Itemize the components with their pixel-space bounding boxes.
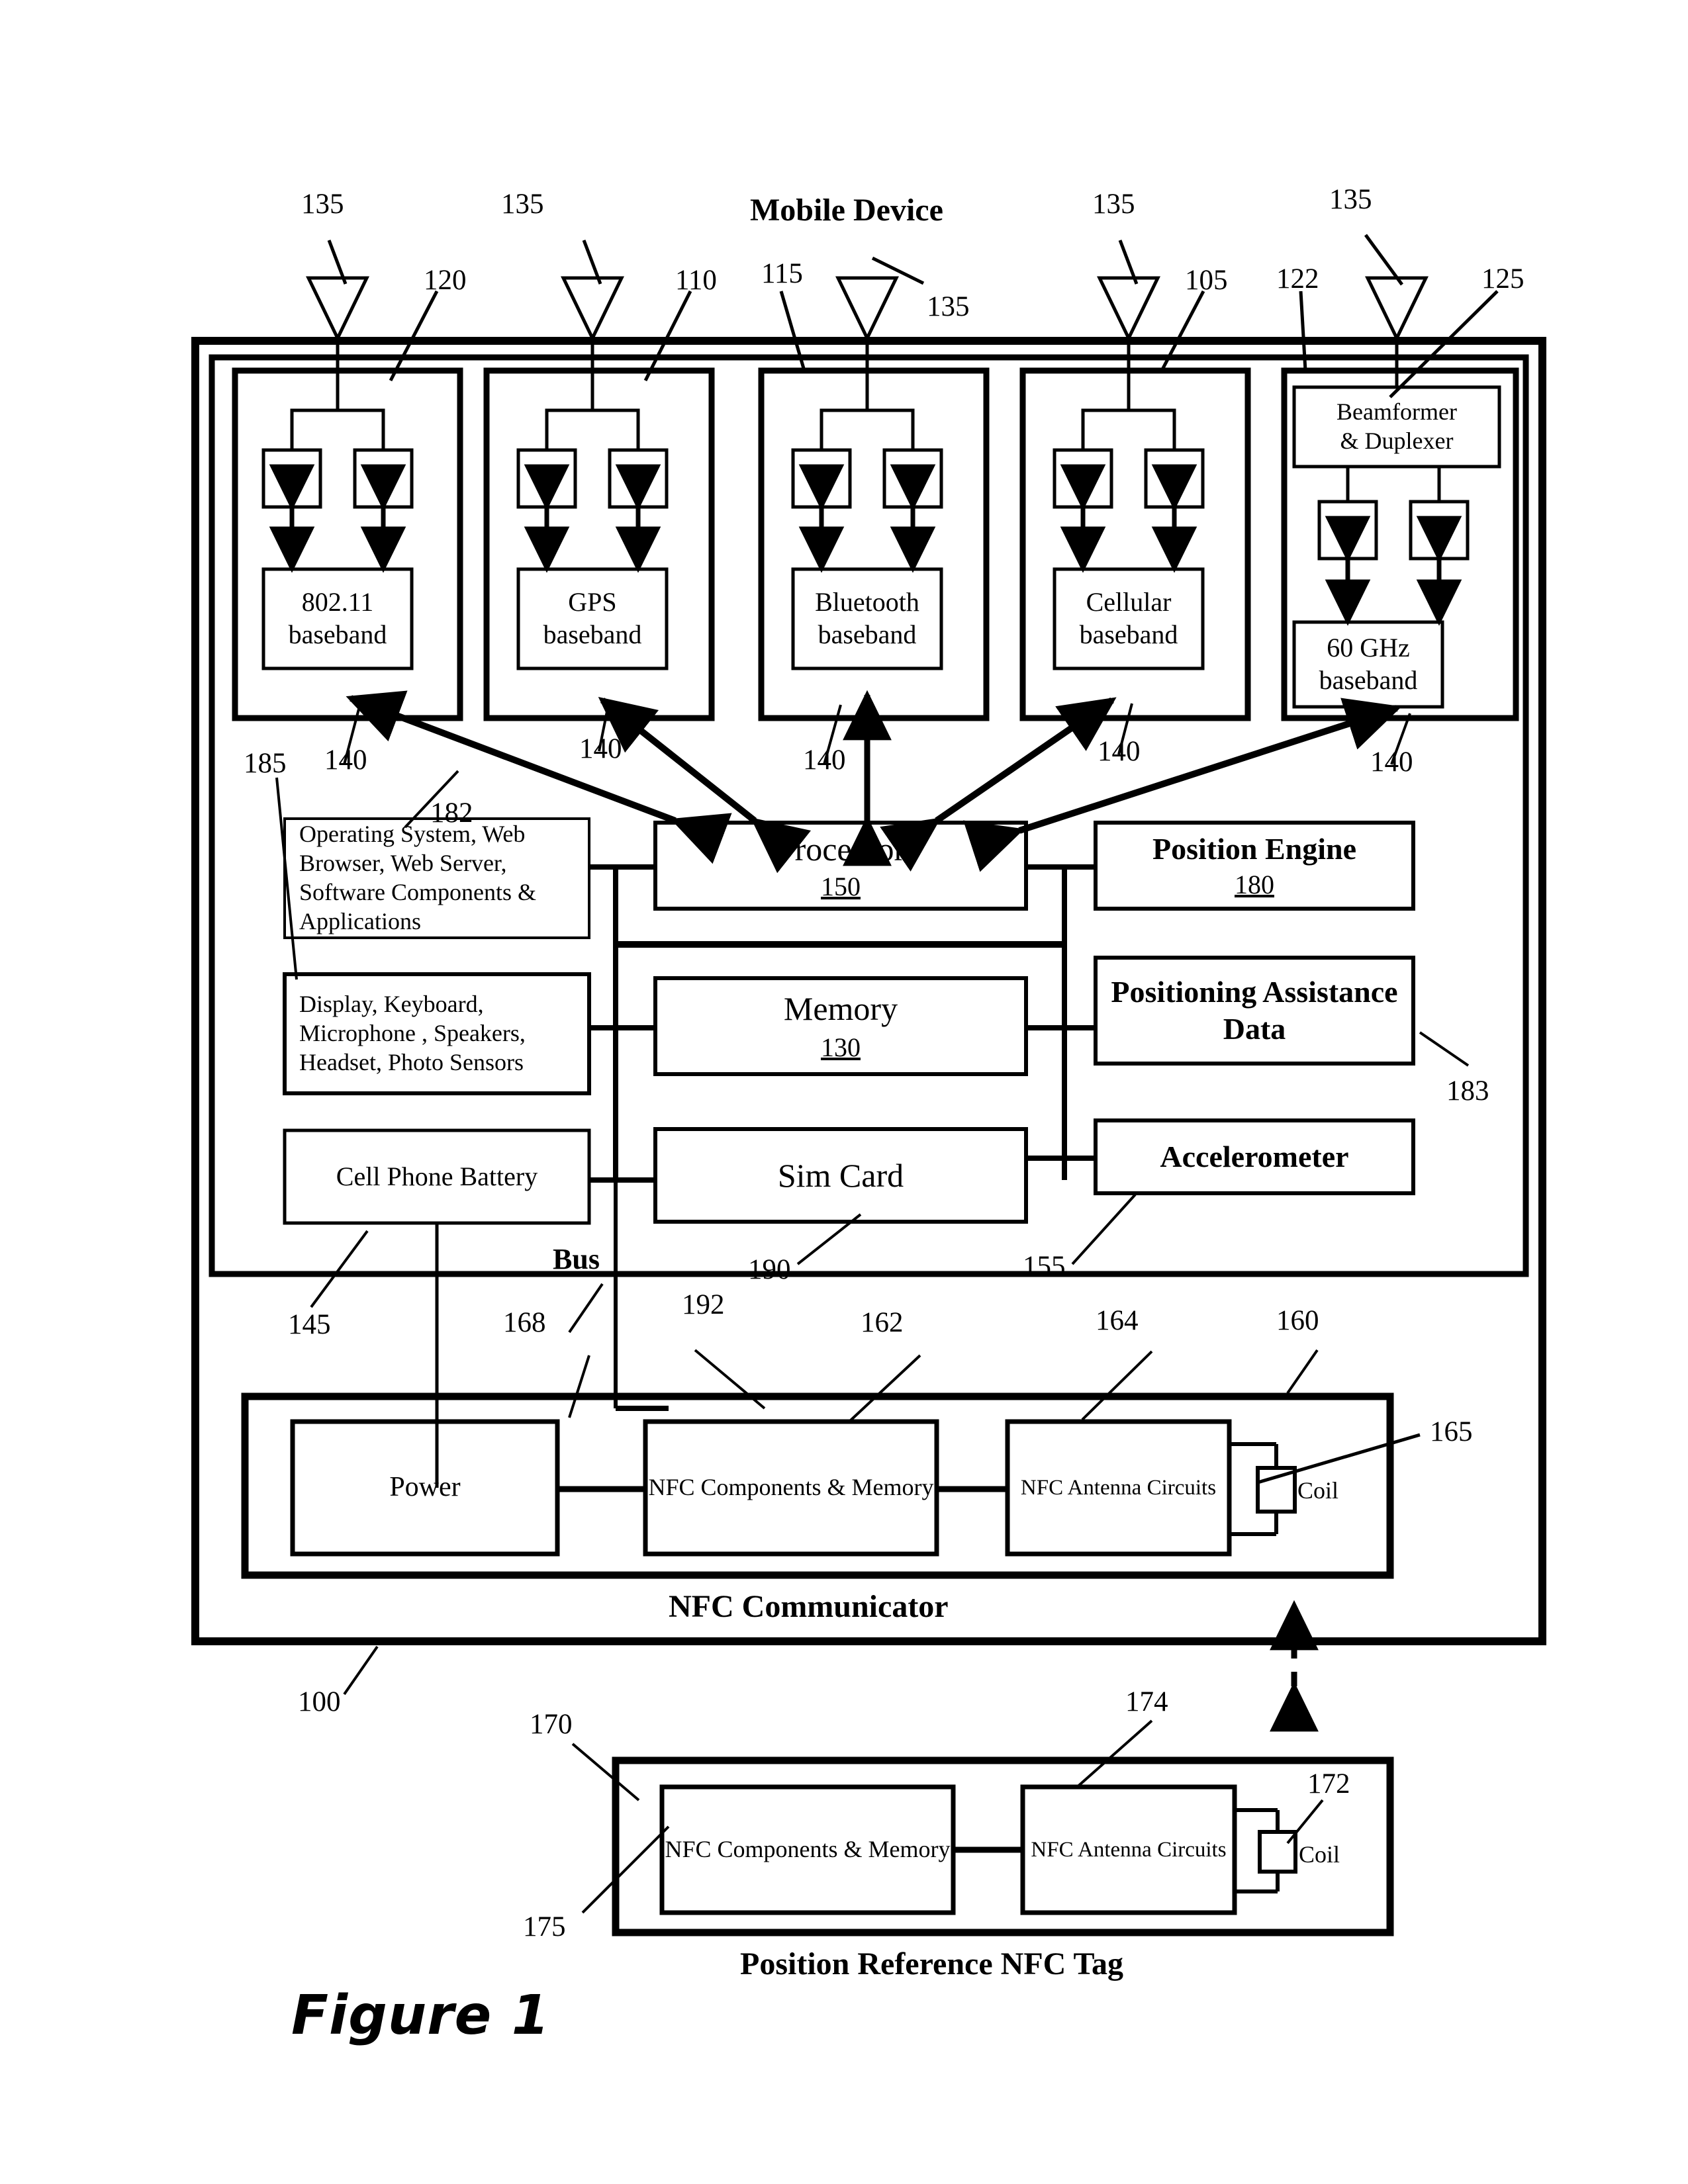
ref-192-bus: 192 bbox=[682, 1289, 725, 1320]
ref-115-bluetooth-module: 115 bbox=[761, 258, 803, 289]
ref-190-sim-card: 190 bbox=[748, 1254, 791, 1285]
position-engine-number: 180 bbox=[1235, 870, 1274, 899]
processor-label: Processor bbox=[776, 830, 906, 868]
ref-135-gps: 135 bbox=[501, 189, 544, 220]
bluetooth-transmitter-label: T bbox=[812, 462, 831, 495]
ref-145-battery: 145 bbox=[288, 1309, 331, 1340]
processor-block: Processor 150 bbox=[655, 823, 1026, 909]
nfc-tag-title: Position Reference NFC Tag bbox=[740, 1946, 1124, 1981]
ref-168-power: 168 bbox=[503, 1307, 546, 1338]
position-engine-block: Position Engine 180 bbox=[1096, 823, 1413, 909]
cellular-transmitter-label: T bbox=[1074, 462, 1092, 495]
nfc-tag-coil-label: Coil bbox=[1299, 1841, 1340, 1868]
beamformer-duplexer-block: Beamformer & Duplexer bbox=[1336, 398, 1457, 454]
gps-receiver-label: R bbox=[628, 462, 648, 495]
sim-card-block: Sim Card bbox=[777, 1156, 904, 1194]
positioning-assistance-data-block: Positioning Assistance Data bbox=[1111, 974, 1398, 1046]
ref-172-tag-coil: 172 bbox=[1307, 1768, 1350, 1799]
bluetooth-receiver-label: R bbox=[903, 462, 923, 495]
ref-160-nfc-communicator: 160 bbox=[1276, 1305, 1319, 1336]
ref-185-peripherals: 185 bbox=[244, 748, 287, 779]
cellular-receiver-label: R bbox=[1164, 462, 1184, 495]
processor-number: 150 bbox=[821, 871, 861, 901]
memory-block: Memory 130 bbox=[655, 978, 1026, 1074]
power-block: Power bbox=[389, 1472, 461, 1503]
ref-135-bluetooth: 135 bbox=[927, 291, 970, 322]
wifi-transmitter-label: T bbox=[283, 462, 301, 495]
ref-135-wifi: 135 bbox=[301, 189, 344, 220]
ref-183-assistance-data: 183 bbox=[1446, 1075, 1489, 1107]
ref-140-bluetooth-link: 140 bbox=[803, 745, 846, 776]
ref-140-cellular-link: 140 bbox=[1098, 736, 1141, 767]
gps-baseband-block: GPS baseband bbox=[543, 587, 642, 649]
ref-140-gps-link: 140 bbox=[579, 733, 622, 764]
nfc-tag-antenna-circuits-block: NFC Antenna Circuits bbox=[1031, 1837, 1227, 1862]
ref-110-gps-module: 110 bbox=[675, 265, 717, 296]
nfc-antenna-circuits-block: NFC Antenna Circuits bbox=[1020, 1475, 1217, 1500]
mmwave-receiver-label: R bbox=[1429, 514, 1449, 547]
nfc-communicator-coil-label: Coil bbox=[1297, 1477, 1339, 1504]
ref-105-cellular-module: 105 bbox=[1185, 265, 1228, 296]
software-components-block: Operating System, Web Browser, Web Serve… bbox=[299, 821, 536, 934]
ref-125-beamformer: 125 bbox=[1481, 263, 1524, 295]
ref-164-nfc-antenna: 164 bbox=[1096, 1305, 1139, 1336]
page-title: Mobile Device bbox=[750, 193, 943, 228]
cellular-baseband-block: Cellular baseband bbox=[1079, 587, 1178, 649]
ref-120-wifi-module: 120 bbox=[424, 265, 467, 296]
ref-100-mobile-device: 100 bbox=[298, 1686, 341, 1717]
position-engine-label: Position Engine bbox=[1152, 832, 1356, 866]
ref-162-nfc-components: 162 bbox=[861, 1307, 904, 1338]
ref-155-accelerometer: 155 bbox=[1023, 1251, 1066, 1282]
bus-label: Bus bbox=[553, 1243, 600, 1275]
patent-figure-page: Mobile Device 135 135 135 135 135 120 11… bbox=[0, 0, 1688, 2184]
ref-135-mmwave: 135 bbox=[1329, 184, 1372, 215]
peripherals-block: Display, Keyboard, Microphone , Speakers… bbox=[299, 991, 526, 1075]
memory-number: 130 bbox=[821, 1032, 861, 1062]
ref-122-mmwave-module: 122 bbox=[1276, 263, 1319, 295]
ref-135-cellular: 135 bbox=[1092, 189, 1135, 220]
wifi-baseband-block: 802.11 baseband bbox=[288, 587, 387, 649]
ref-140-wifi-link: 140 bbox=[324, 745, 367, 776]
ref-175-tag-components: 175 bbox=[523, 1911, 566, 1942]
cell-phone-battery-block: Cell Phone Battery bbox=[336, 1161, 538, 1191]
nfc-components-memory-block: NFC Components & Memory bbox=[648, 1474, 934, 1501]
mmwave-transmitter-label: T bbox=[1338, 514, 1357, 547]
accelerometer-block: Accelerometer bbox=[1160, 1139, 1349, 1173]
figure-caption: Figure 1 bbox=[291, 1984, 550, 2047]
memory-label: Memory bbox=[783, 990, 898, 1027]
ref-165-coil: 165 bbox=[1430, 1416, 1473, 1447]
ref-170-nfc-tag: 170 bbox=[530, 1709, 573, 1740]
bluetooth-baseband-block: Bluetooth baseband bbox=[815, 587, 919, 649]
nfc-tag-components-memory-block: NFC Components & Memory bbox=[665, 1836, 951, 1863]
mmwave-baseband-block: 60 GHz baseband bbox=[1319, 633, 1418, 695]
ref-174-tag-antenna: 174 bbox=[1125, 1686, 1168, 1717]
ref-140-mmwave-link: 140 bbox=[1370, 747, 1413, 778]
gps-transmitter-label: T bbox=[538, 462, 556, 495]
wifi-receiver-label: R bbox=[373, 462, 393, 495]
nfc-communicator-title: NFC Communicator bbox=[669, 1589, 949, 1624]
